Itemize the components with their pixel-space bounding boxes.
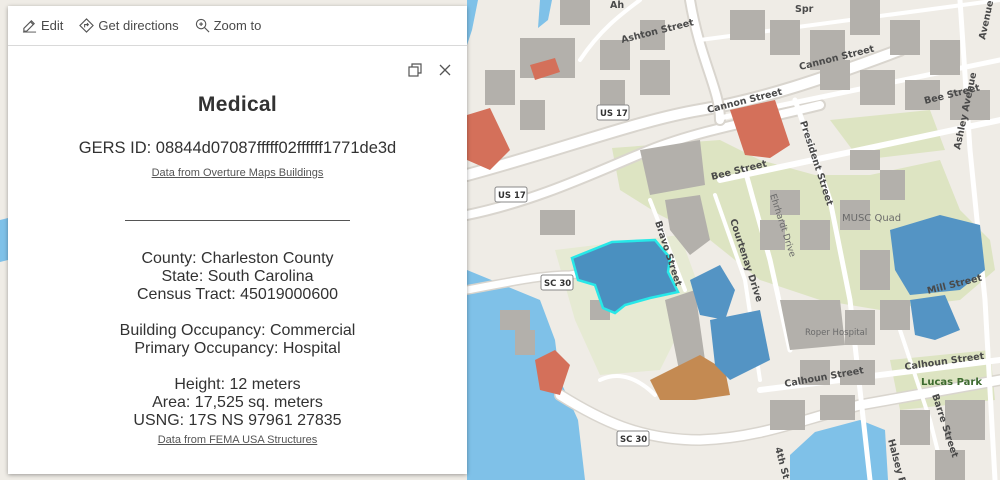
location-info: County: Charleston County State: South C… [8,250,467,304]
popup-title: Medical [197,93,278,116]
edit-button[interactable]: Edit [22,18,63,33]
dock-button[interactable] [407,62,423,78]
census-tract-text: Census Tract: 45019000600 [136,286,339,303]
place-label-lucas-park: Lucas Park [921,377,982,388]
close-icon [439,64,451,76]
usng-text: USNG: 17S NS 97961 27835 [133,412,342,429]
place-label-musc-quad: MUSC Quad [842,213,901,224]
popup-body: Medical GERS ID: 08844d07087fffff02fffff… [8,93,467,448]
primary-occupancy-text: Primary Occupancy: Hospital [134,340,341,357]
fema-source-link[interactable]: Data from FEMA USA Structures [158,434,318,446]
close-button[interactable] [437,62,453,78]
popup-toolbar: Edit Get directions Zoom to [8,6,467,46]
feature-popup: Edit Get directions Zoom to Medical GERS… [8,6,467,474]
edit-label: Edit [41,18,64,33]
zoom-to-button[interactable]: Zoom to [195,18,262,33]
svg-text:US 17: US 17 [498,191,526,201]
edit-icon [22,20,37,33]
building-occupancy-text: Building Occupancy: Commercial [119,322,356,339]
route-shield-us17-b: US 17 [494,186,528,203]
state-text: State: South Carolina [161,268,314,285]
height-text: Height: 12 meters [174,376,301,393]
route-shield-sc30-a: SC 30 [540,274,574,291]
zoom-icon [195,18,210,33]
svg-text:SC 30: SC 30 [620,435,647,445]
route-shield-us17-a: US 17 [596,104,630,121]
street-label-ah: Ah [610,0,624,11]
dock-icon [408,63,422,77]
route-shield-sc30-b: SC 30 [616,430,650,447]
gers-id: GERS ID: 08844d07087fffff02ffffff1771de3… [78,139,397,157]
zoom-to-label: Zoom to [213,18,262,33]
place-label-roper: Roper Hospital [805,328,867,338]
get-directions-button[interactable]: Get directions [79,18,179,33]
get-directions-label: Get directions [98,18,179,33]
directions-icon [79,18,95,33]
popup-controls [407,62,453,78]
street-label-spr: Spr [795,4,814,15]
area-text: Area: 17,525 sq. meters [152,394,323,411]
occupancy-info: Building Occupancy: Commercial Primary O… [8,322,467,358]
divider [125,220,350,221]
size-info: Height: 12 meters Area: 17,525 sq. meter… [8,376,467,430]
svg-text:US 17: US 17 [600,109,628,119]
overture-source-link[interactable]: Data from Overture Maps Buildings [152,167,324,179]
svg-text:SC 30: SC 30 [544,279,571,289]
county-text: County: Charleston County [141,250,334,267]
